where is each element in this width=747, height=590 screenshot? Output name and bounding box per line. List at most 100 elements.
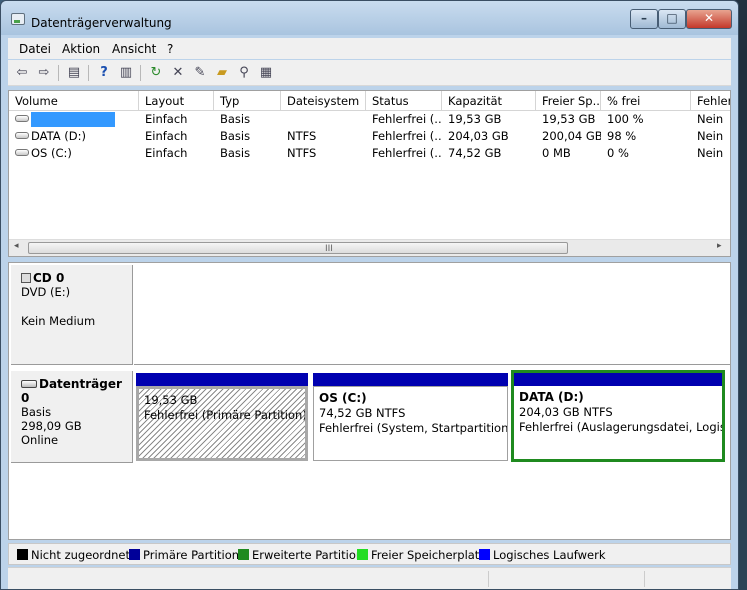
window-title: Datenträgerverwaltung (31, 16, 172, 30)
cell-prozent-frei: 98 % (607, 129, 637, 143)
close-icon: ✕ (703, 11, 715, 25)
partition-unnamed[interactable]: 19,53 GB Fehlerfrei (Primäre Partition) (136, 373, 308, 461)
search-icon[interactable]: ⚲ (236, 65, 252, 81)
cell-dateisystem: NTFS (287, 129, 317, 143)
drive-icon (15, 149, 29, 156)
rescan-icon[interactable]: ▦ (258, 65, 274, 81)
column-volume[interactable]: Volume (9, 91, 139, 111)
legend-swatch (357, 549, 368, 560)
legend-label: Primäre Partition (143, 548, 240, 562)
minimize-button[interactable]: – (630, 9, 658, 29)
table-row[interactable]: DATA (D:) Einfach Basis NTFS Fehlerfrei … (9, 128, 730, 145)
disk-state: Online (21, 433, 59, 447)
horizontal-scrollbar[interactable]: ◂ III ▸ (9, 239, 730, 256)
properties-icon[interactable]: ▤ (66, 65, 82, 81)
cell-status: Fehlerfrei (... (372, 146, 442, 160)
partition-size: 204,03 GB NTFS (519, 405, 613, 419)
legend-swatch (479, 549, 490, 560)
legend-swatch (238, 549, 249, 560)
partition-color-bar (313, 373, 508, 386)
cell-kapazitaet: 19,53 GB (448, 112, 502, 126)
partition-legend: Nicht zugeordnet Primäre Partition Erwei… (8, 543, 731, 565)
column-fehler[interactable]: Fehler (691, 91, 730, 111)
disk-size: 298,09 GB (21, 419, 82, 433)
partition-os-c[interactable]: OS (C:) 74,52 GB NTFS Fehlerfrei (System… (313, 373, 508, 461)
minimize-icon: – (641, 11, 647, 25)
partition-color-bar (514, 373, 722, 386)
column-dateisystem[interactable]: Dateisystem (281, 91, 366, 111)
partition-name: DATA (D:) (519, 390, 584, 404)
cell-dateisystem (281, 111, 366, 128)
scroll-right-icon[interactable]: ▸ (717, 241, 722, 251)
partition-status: Fehlerfrei (Auslagerungsdatei, Logisch (519, 420, 722, 434)
column-kapazitaet[interactable]: Kapazität (442, 91, 536, 111)
column-header-row: Volume Layout Typ Dateisystem Status Kap… (9, 91, 730, 111)
refresh-icon[interactable]: ↻ (148, 65, 164, 81)
forward-arrow-icon[interactable]: ⇨ (36, 65, 52, 81)
menu-datei[interactable]: Datei (19, 42, 51, 56)
back-arrow-icon[interactable]: ⇦ (14, 65, 30, 81)
selected-volume-name[interactable] (31, 112, 115, 127)
cell-volume: DATA (D:) (31, 129, 86, 143)
partition-status: Fehlerfrei (Primäre Partition) (144, 408, 305, 422)
cell-layout: Einfach (145, 146, 188, 160)
drive-icon (15, 132, 29, 139)
cd-media-area (134, 265, 730, 365)
cell-fehler: Nein (697, 112, 724, 126)
disk-graphical-view: CD 0 DVD (E:) Kein Medium Datenträger 0 … (8, 262, 731, 540)
menu-ansicht[interactable]: Ansicht (112, 42, 156, 56)
partition-name: OS (C:) (319, 391, 367, 405)
legend-primary: Primäre Partition (129, 548, 239, 562)
cell-fehler: Nein (697, 146, 724, 160)
column-prozent-frei[interactable]: % frei (601, 91, 691, 111)
settings-icon[interactable]: ✎ (192, 65, 208, 81)
cd-name: CD 0 (33, 271, 65, 285)
maximize-icon: □ (666, 11, 678, 25)
legend-extended: Erweiterte Partition (238, 548, 363, 562)
cell-freier-speicher: 19,53 GB (542, 112, 596, 126)
legend-label: Nicht zugeordnet (31, 548, 131, 562)
disk-type: Basis (21, 405, 52, 419)
menu-aktion[interactable]: Aktion (62, 42, 100, 56)
cell-layout: Einfach (145, 129, 188, 143)
legend-free-space: Freier Speicherplatz (357, 548, 485, 562)
table-row[interactable]: OS (C:) Einfach Basis NTFS Fehlerfrei (.… (9, 145, 730, 162)
scroll-left-icon[interactable]: ◂ (14, 241, 19, 251)
cell-typ: Basis (220, 112, 251, 126)
column-status[interactable]: Status (366, 91, 442, 111)
help-icon[interactable]: ? (96, 65, 112, 81)
open-folder-icon[interactable]: ▰ (214, 65, 230, 81)
cell-status: Fehlerfrei (... (372, 112, 442, 126)
column-typ[interactable]: Typ (214, 91, 281, 111)
menu-bar: Datei Aktion Ansicht ? (8, 38, 731, 59)
disk-0-label[interactable]: Datenträger 0 Basis 298,09 GB Online (11, 371, 133, 463)
toolbar: ⇦ ⇨ ▤ ? ▥ ↻ ✕ ✎ ▰ ⚲ ▦ (8, 60, 731, 86)
cd-state: Kein Medium (21, 314, 96, 328)
menu-help[interactable]: ? (167, 42, 173, 56)
scrollbar-thumb[interactable]: III (28, 242, 568, 254)
cell-prozent-frei: 0 % (607, 146, 629, 160)
legend-logical-drive: Logisches Laufwerk (479, 548, 606, 562)
maximize-button[interactable]: □ (658, 9, 686, 29)
cell-layout: Einfach (145, 112, 188, 126)
column-layout[interactable]: Layout (139, 91, 214, 111)
legend-unallocated: Nicht zugeordnet (17, 548, 130, 562)
cell-freier-speicher: 200,04 GB (542, 129, 601, 143)
legend-label: Freier Speicherplatz (371, 548, 486, 562)
partition-color-bar (136, 373, 308, 386)
cell-dateisystem: NTFS (287, 146, 317, 160)
status-bar (8, 567, 731, 589)
legend-swatch (129, 549, 140, 560)
drive-icon (15, 115, 29, 122)
title-bar[interactable]: Datenträgerverwaltung – □ ✕ (1, 1, 738, 35)
partition-data-d[interactable]: DATA (D:) 204,03 GB NTFS Fehlerfrei (Aus… (511, 370, 725, 462)
cd-drive-label[interactable]: CD 0 DVD (E:) Kein Medium (11, 265, 133, 365)
table-row[interactable]: Einfach Basis Fehlerfrei (... 19,53 GB 1… (9, 111, 730, 128)
legend-label: Erweiterte Partition (252, 548, 364, 562)
cell-fehler: Nein (697, 129, 724, 143)
close-button[interactable]: ✕ (686, 9, 732, 29)
column-freier-speicher[interactable]: Freier Sp... (536, 91, 601, 111)
cd-type: DVD (E:) (21, 285, 71, 299)
view-icon[interactable]: ▥ (118, 65, 134, 81)
delete-icon[interactable]: ✕ (170, 65, 186, 81)
